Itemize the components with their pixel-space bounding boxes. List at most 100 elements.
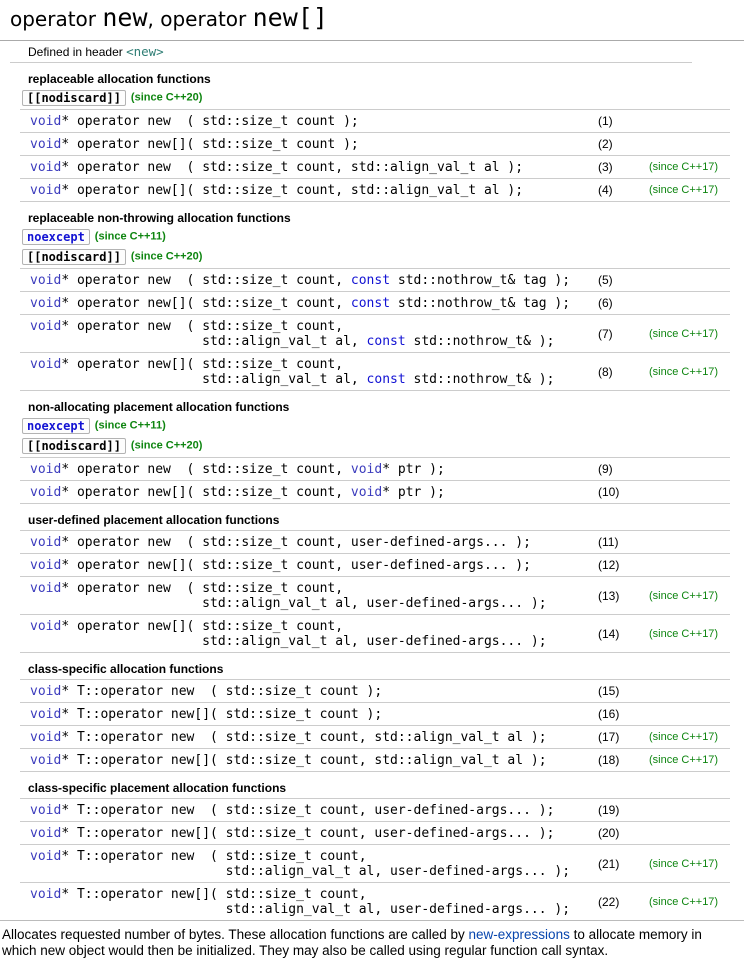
description-paragraph: Allocates requested number of bytes. The… bbox=[0, 927, 744, 959]
code-token: * T::operator new[]( std::size_t count, … bbox=[61, 753, 547, 768]
declaration-since bbox=[643, 109, 730, 133]
declaration-since: (since C++17) bbox=[643, 314, 730, 353]
keyword-token: void bbox=[30, 535, 62, 550]
declaration-number: (6) bbox=[588, 291, 643, 315]
keyword-token: const bbox=[366, 372, 406, 387]
declaration-code: void* operator new[]( std::size_t count,… bbox=[20, 352, 588, 391]
declaration-row: void* operator new ( std::size_t count, … bbox=[20, 155, 730, 179]
declaration-row: void* operator new[]( std::size_t count,… bbox=[20, 178, 730, 202]
declaration-section: replaceable allocation functions [[nodisc… bbox=[10, 63, 744, 202]
keyword-token: void bbox=[30, 707, 62, 722]
header-new-link[interactable]: <new> bbox=[126, 44, 164, 59]
code-token: * operator new ( std::size_t count, bbox=[61, 581, 344, 596]
spec-badge: [[nodiscard]] bbox=[22, 437, 126, 454]
code-text: void* T::operator new ( std::size_t coun… bbox=[30, 849, 588, 879]
code-token: * operator new ( std::size_t count, bbox=[61, 462, 351, 477]
declaration-since bbox=[643, 821, 730, 845]
declaration-number: (17) bbox=[588, 725, 643, 749]
spec-badge: noexcept bbox=[22, 417, 90, 434]
declaration-number: (8) bbox=[588, 352, 643, 391]
declaration-number: (21) bbox=[588, 844, 643, 883]
declaration-code: void* operator new[]( std::size_t count,… bbox=[20, 480, 588, 504]
declaration-row: void* operator new ( std::size_t count, … bbox=[20, 457, 730, 481]
declaration-since bbox=[643, 268, 730, 292]
keyword-token: void bbox=[30, 684, 62, 699]
keyword-token: void bbox=[30, 581, 62, 596]
declaration-number: (10) bbox=[588, 480, 643, 504]
code-token: * T::operator new ( std::size_t count, u… bbox=[61, 803, 555, 818]
keyword-token: void bbox=[30, 137, 62, 152]
code-token: std::align_val_t al, user-defined-args..… bbox=[30, 596, 547, 611]
declaration-row: void* operator new ( std::size_t count, … bbox=[20, 576, 730, 615]
code-text: void* operator new[]( std::size_t count,… bbox=[30, 183, 588, 198]
since-label: (since C++20) bbox=[130, 439, 203, 452]
keyword-token: void bbox=[30, 273, 62, 288]
code-token: * operator new ( std::size_t count, std:… bbox=[61, 160, 524, 175]
declaration-code: void* operator new ( std::size_t count, … bbox=[20, 576, 588, 615]
title-text-part: , operator bbox=[147, 7, 253, 31]
keyword-token: void bbox=[30, 357, 62, 372]
keyword-token: void bbox=[30, 558, 62, 573]
keyword-token: void bbox=[30, 619, 62, 634]
code-text: void* operator new ( std::size_t count, … bbox=[30, 535, 588, 550]
declaration-row: void* T::operator new ( std::size_t coun… bbox=[20, 844, 730, 883]
keyword-token: void bbox=[30, 319, 62, 334]
declaration-section: class-specific allocation functions void*… bbox=[10, 653, 744, 772]
declaration-table: void* operator new ( std::size_t count, … bbox=[20, 268, 730, 391]
declaration-code: void* operator new[]( std::size_t count,… bbox=[20, 178, 588, 202]
declaration-number: (9) bbox=[588, 457, 643, 481]
code-token: std::nothrow_t& tag ); bbox=[390, 273, 571, 288]
declaration-number: (11) bbox=[588, 530, 643, 554]
code-text: void* operator new[]( std::size_t count … bbox=[30, 137, 588, 152]
keyword-token: void bbox=[30, 849, 62, 864]
declaration-since: (since C++17) bbox=[643, 725, 730, 749]
declaration-code: void* operator new[]( std::size_t count … bbox=[20, 132, 588, 156]
keyword-token: void bbox=[30, 826, 62, 841]
declaration-since bbox=[643, 132, 730, 156]
declaration-code: void* operator new[]( std::size_t count,… bbox=[20, 553, 588, 577]
code-text: void* T::operator new ( std::size_t coun… bbox=[30, 684, 588, 699]
badge-row: noexcept (since C++11) bbox=[22, 228, 744, 245]
declaration-section: non-allocating placement allocation func… bbox=[10, 391, 744, 504]
declaration-row: void* T::operator new[]( std::size_t cou… bbox=[20, 748, 730, 772]
code-text: void* T::operator new[]( std::size_t cou… bbox=[30, 707, 588, 722]
code-token: * operator new ( std::size_t count ); bbox=[61, 114, 359, 129]
keyword-token: void bbox=[350, 485, 383, 500]
declaration-table: void * T::operator new ( std::size_t coun… bbox=[20, 798, 730, 920]
title-code-part: new bbox=[102, 3, 148, 32]
badge-row: [[nodiscard]] (since C++20) bbox=[22, 89, 744, 106]
declaration-number: (12) bbox=[588, 553, 643, 577]
declaration-number: (16) bbox=[588, 702, 643, 726]
declaration-since bbox=[643, 679, 730, 703]
declaration-since: (since C++17) bbox=[643, 748, 730, 772]
keyword-token: void bbox=[30, 887, 62, 902]
declaration-since bbox=[643, 457, 730, 481]
declaration-code: void* operator new[]( std::size_t count,… bbox=[20, 614, 588, 653]
declaration-table: void* T::operator new ( std::size_t coun… bbox=[20, 679, 730, 772]
declaration-number: (22) bbox=[588, 882, 643, 920]
declaration-number: (18) bbox=[588, 748, 643, 772]
section-heading: replaceable allocation functions bbox=[28, 72, 211, 86]
keyword-token: void bbox=[30, 730, 62, 745]
description-text: Allocates requested number of bytes. The… bbox=[2, 927, 469, 942]
code-text: void* operator new ( std::size_t count, … bbox=[30, 462, 588, 477]
declaration-since: (since C++17) bbox=[643, 352, 730, 391]
keyword-token: void bbox=[30, 296, 62, 311]
code-token: * operator new ( std::size_t count, user… bbox=[61, 535, 531, 550]
code-token: * ptr ); bbox=[382, 462, 445, 477]
section-heading: class-specific placement allocation func… bbox=[28, 781, 287, 795]
code-text: void* operator new[]( std::size_t count,… bbox=[30, 558, 588, 573]
code-token: std::nothrow_t& tag ); bbox=[390, 296, 571, 311]
title-code-part: new[] bbox=[252, 3, 328, 32]
since-label: (since C++20) bbox=[130, 250, 203, 263]
declaration-row: void* T::operator new ( std::size_t coun… bbox=[20, 725, 730, 749]
declaration-code: void* operator new[]( std::size_t count,… bbox=[20, 291, 588, 315]
defined-in-header-table: Defined in header <new> bbox=[10, 41, 692, 63]
declaration-since bbox=[643, 530, 730, 554]
declaration-number: (13) bbox=[588, 576, 643, 615]
since-label: (since C++11) bbox=[94, 230, 166, 243]
code-text: void* operator new[]( std::size_t count,… bbox=[30, 357, 588, 387]
new-expressions-link[interactable]: new-expressions bbox=[469, 927, 570, 942]
declaration-code: void* T::operator new ( std::size_t coun… bbox=[20, 798, 588, 822]
badge-row: noexcept (since C++11) bbox=[22, 417, 744, 434]
